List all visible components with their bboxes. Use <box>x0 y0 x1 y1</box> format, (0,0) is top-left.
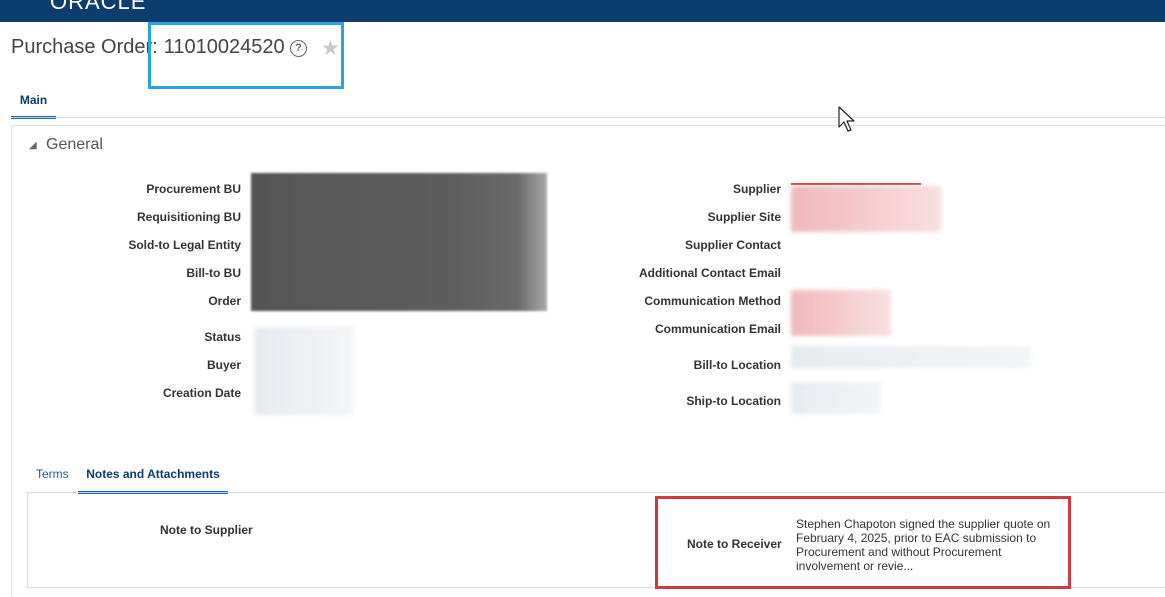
app-header-bar: ORACLE <box>0 0 1165 22</box>
redacted-value-block <box>251 173 547 311</box>
tab-main[interactable]: Main <box>11 92 56 119</box>
label-sold-to-legal-entity: Sold-to Legal Entity <box>128 238 241 252</box>
label-status: Status <box>204 330 241 344</box>
redacted-supplier-link <box>791 183 921 185</box>
oracle-logo[interactable]: ORACLE <box>50 0 146 15</box>
label-procurement-bu: Procurement BU <box>146 182 241 196</box>
label-order: Order <box>208 294 241 308</box>
page-title-prefix: Purchase Order: <box>11 36 158 58</box>
redacted-communication-values <box>791 290 891 336</box>
mouse-cursor-icon <box>838 106 855 132</box>
label-additional-contact-email: Additional Contact Email <box>638 266 781 280</box>
tab-terms[interactable]: Terms <box>36 467 69 481</box>
label-supplier-contact: Supplier Contact <box>684 238 781 252</box>
label-bill-to-bu: Bill-to BU <box>186 266 241 280</box>
label-supplier-site: Supplier Site <box>707 210 781 224</box>
highlight-box-note-to-receiver <box>655 496 1071 589</box>
label-ship-to-location: Ship-to Location <box>686 394 781 408</box>
redacted-status-buyer-date <box>254 327 354 415</box>
collapse-triangle-icon[interactable]: ◢ <box>29 140 37 151</box>
redacted-supplier-values <box>791 186 941 232</box>
tab-divider <box>11 117 1165 118</box>
redacted-bill-to-location <box>791 346 1031 368</box>
highlight-box-po-number <box>148 22 344 89</box>
label-note-to-supplier: Note to Supplier <box>160 523 253 537</box>
redacted-ship-to-location <box>791 382 881 414</box>
menu-icon[interactable] <box>12 0 34 6</box>
tab-notes-and-attachments[interactable]: Notes and Attachments <box>78 467 228 494</box>
label-buyer: Buyer <box>206 358 241 372</box>
label-communication-method: Communication Method <box>644 294 781 308</box>
label-communication-email: Communication Email <box>654 322 781 336</box>
label-supplier: Supplier <box>732 182 781 196</box>
label-requisitioning-bu: Requisitioning BU <box>137 210 241 224</box>
section-title-general[interactable]: General <box>46 136 103 154</box>
label-creation-date: Creation Date <box>162 386 241 400</box>
label-bill-to-location: Bill-to Location <box>693 358 781 372</box>
